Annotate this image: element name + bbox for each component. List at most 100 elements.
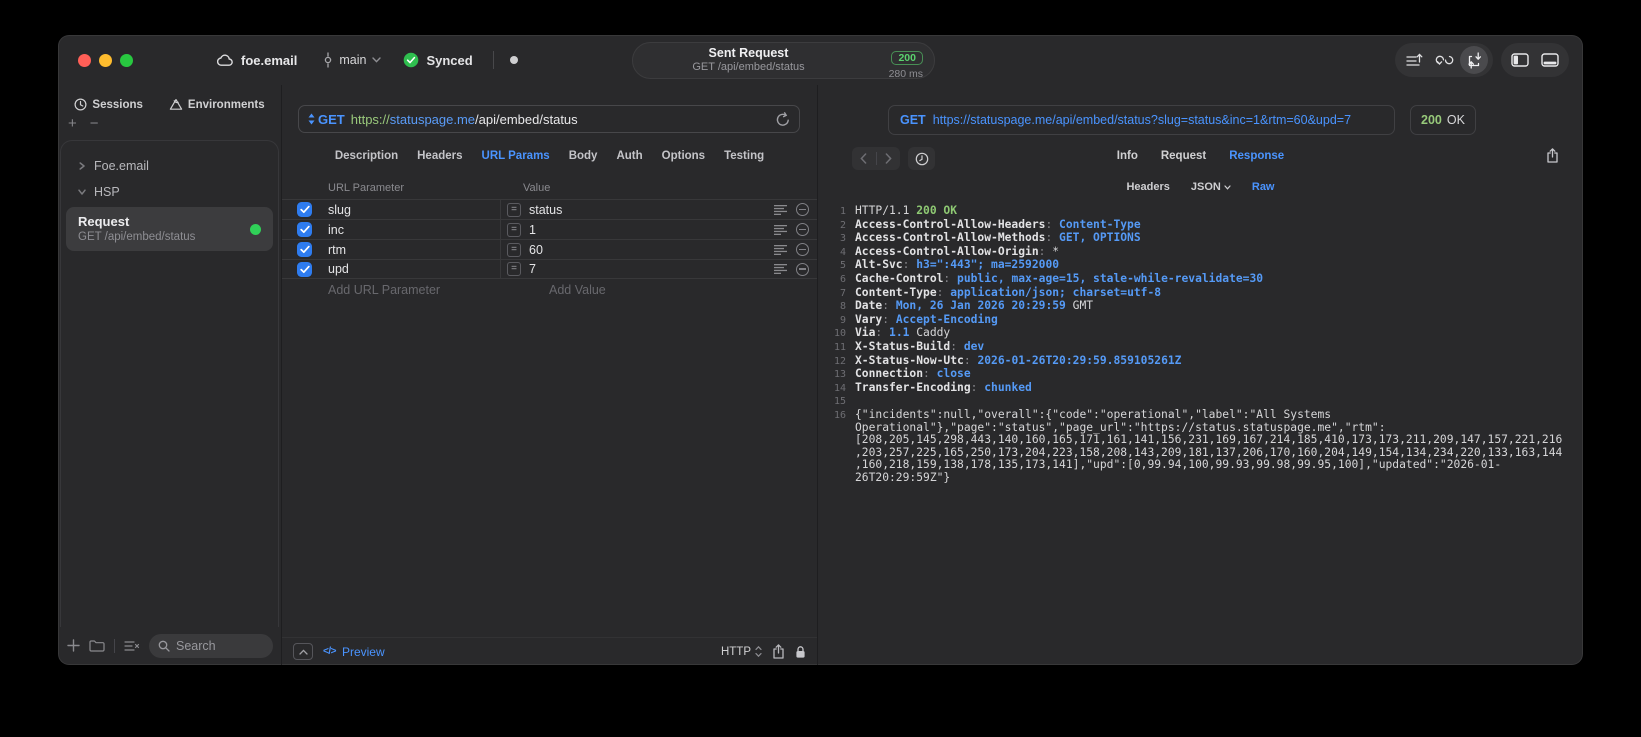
import-export-button[interactable] (1460, 46, 1488, 74)
search-placeholder: Search (176, 638, 216, 653)
tree-chevron-icon[interactable] (78, 188, 86, 196)
param-name[interactable]: inc (328, 223, 500, 237)
tree-item-hsp[interactable]: HSP (61, 179, 278, 205)
remove-param-button[interactable] (796, 262, 809, 276)
request-tab-url-params[interactable]: URL Params (482, 150, 550, 162)
url-input[interactable]: https://statuspage.me/api/embed/status (351, 112, 770, 127)
param-checkbox[interactable] (297, 222, 312, 237)
request-pane-footer: </> Preview HTTP (282, 637, 817, 665)
request-summary-pill[interactable]: Sent Request GET /api/embed/status 200 2… (632, 42, 935, 80)
filter-list-button[interactable] (124, 640, 140, 652)
param-name[interactable]: slug (328, 203, 500, 217)
tab-environments-label: Environments (187, 98, 265, 111)
preview-button[interactable]: </> Preview (323, 645, 385, 659)
export-list-button[interactable] (1400, 46, 1428, 74)
param-row[interactable]: slug = status (282, 199, 817, 219)
add-param-placeholder[interactable]: Add URL Parameter (328, 283, 500, 297)
traffic-lights (78, 53, 133, 67)
flow-sync-button[interactable] (1430, 46, 1458, 74)
param-row[interactable]: rtm = 60 (282, 239, 817, 259)
param-name[interactable]: upd (328, 262, 500, 276)
response-subtab-raw[interactable]: Raw (1252, 181, 1275, 193)
remove-param-button[interactable] (796, 223, 809, 236)
new-folder-button[interactable] (89, 639, 105, 652)
format-lines-icon[interactable] (774, 224, 787, 235)
request-tab-options[interactable]: Options (662, 150, 705, 162)
param-row[interactable]: upd = 7 (282, 259, 817, 279)
add-session-button[interactable]: + (68, 116, 77, 131)
response-tab-info[interactable]: Info (1117, 150, 1138, 162)
param-row-actions (774, 203, 817, 216)
line-number: 14 (833, 382, 846, 394)
remove-param-button[interactable] (796, 203, 809, 216)
param-value[interactable]: 60 (529, 243, 774, 257)
sent-url: https://statuspage.me/api/embed/status?s… (932, 113, 1352, 127)
tab-sessions[interactable]: Sessions (74, 98, 143, 111)
param-value-cell[interactable]: = 7 (500, 260, 817, 278)
param-value-cell[interactable]: = 1 (500, 220, 817, 239)
sync-label: Synced (426, 52, 473, 68)
param-value[interactable]: status (529, 203, 774, 217)
export-response-button[interactable] (1546, 148, 1559, 163)
response-line: 1 HTTP/1.1 200 OK (824, 204, 1569, 219)
request-tab-auth[interactable]: Auth (616, 150, 642, 162)
tab-environments[interactable]: Environments (169, 98, 265, 111)
line-number: 3 (839, 233, 846, 245)
remove-param-button[interactable] (796, 243, 809, 256)
sync-status[interactable]: Synced (403, 52, 473, 68)
param-value[interactable]: 1 (529, 223, 774, 237)
http-version-selector[interactable]: HTTP (721, 646, 762, 658)
new-request-button[interactable] (67, 639, 80, 652)
share-request-button[interactable] (772, 644, 785, 659)
request-tab-testing[interactable]: Testing (724, 150, 764, 162)
tree-chevron-icon[interactable] (78, 162, 86, 170)
param-row[interactable]: inc = 1 (282, 219, 817, 239)
param-checkbox[interactable] (297, 261, 312, 277)
request-tab-headers[interactable]: Headers (417, 150, 462, 162)
tree-item-foe-email[interactable]: Foe.email (61, 153, 278, 179)
param-value[interactable]: 7 (529, 262, 774, 276)
minimize-window-button[interactable] (99, 53, 112, 67)
request-tabs: Description Headers URL Params Body Auth Opti… (282, 150, 817, 162)
format-lines-icon[interactable] (774, 244, 787, 255)
toggle-bottom-panel-button[interactable] (1536, 46, 1564, 74)
remove-session-button[interactable]: − (90, 116, 99, 131)
line-content: Date: Mon, 26 Jan 2026 20:29:59 GMT (855, 299, 1094, 313)
param-value-cell[interactable]: = status (500, 200, 817, 219)
request-tab-body[interactable]: Body (569, 150, 598, 162)
up-down-arrows-icon (308, 113, 315, 125)
resend-button[interactable] (776, 111, 790, 127)
param-checkbox[interactable] (297, 242, 312, 257)
response-subtab-json[interactable]: JSON (1191, 181, 1231, 193)
method-selector[interactable]: GET (308, 112, 345, 127)
titlebar-actions (1395, 43, 1569, 77)
param-value-cell[interactable]: = 60 (500, 240, 817, 259)
add-param-row[interactable]: Add URL Parameter Add Value (282, 279, 817, 301)
search-input[interactable]: Search (149, 633, 273, 658)
response-body[interactable]: 1 HTTP/1.1 200 OK 2 Access-Control-Allow-He… (818, 204, 1583, 484)
response-subtab-headers[interactable]: Headers (1126, 181, 1169, 193)
branch-selector[interactable]: main (323, 52, 382, 68)
zoom-window-button[interactable] (120, 53, 133, 67)
request-tab-description[interactable]: Description (335, 150, 398, 162)
params-table-header: URL Parameter Value (282, 177, 817, 199)
response-tab-response[interactable]: Response (1229, 150, 1284, 162)
response-line: 7 Content-Type: application/json; charset… (824, 286, 1569, 301)
response-status-text: OK (1446, 113, 1465, 127)
format-lines-icon[interactable] (774, 264, 787, 274)
format-lines-icon[interactable] (774, 204, 787, 215)
add-value-placeholder[interactable]: Add Value (549, 283, 606, 297)
project-menu[interactable]: foe.email (217, 53, 297, 68)
toggle-sidebar-button[interactable] (1506, 46, 1534, 74)
expand-panel-button[interactable] (293, 643, 313, 660)
request-list-item[interactable]: Request GET /api/embed/status (66, 207, 273, 251)
param-name[interactable]: rtm (328, 243, 500, 257)
response-tab-request[interactable]: Request (1161, 150, 1206, 162)
close-window-button[interactable] (78, 53, 91, 67)
request-url-bar[interactable]: GET https://statuspage.me/api/embed/stat… (298, 105, 800, 133)
response-tabs: Info Request Response (818, 150, 1583, 162)
url-params-rows: slug = status inc = 1 rtm = 60 upd = 7 (282, 199, 817, 279)
cloud-icon (217, 54, 234, 67)
sent-url-box[interactable]: GET https://statuspage.me/api/embed/stat… (888, 105, 1395, 135)
param-checkbox[interactable] (297, 202, 312, 217)
